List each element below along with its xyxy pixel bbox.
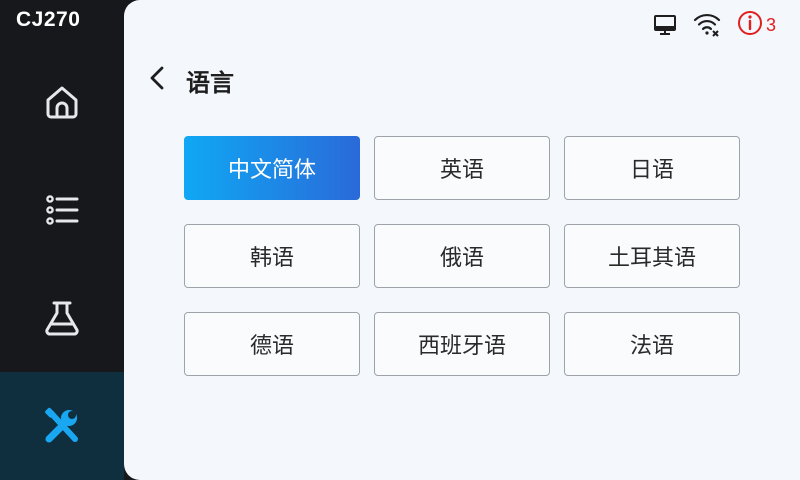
language-option-french[interactable]: 法语 xyxy=(564,312,740,376)
language-option-german[interactable]: 德语 xyxy=(184,312,360,376)
alert-info-icon xyxy=(737,10,763,40)
sidebar: CJ270 xyxy=(0,0,124,480)
language-option-spanish[interactable]: 西班牙语 xyxy=(374,312,550,376)
alert-count: 3 xyxy=(765,14,776,35)
alert-indicator[interactable]: 3 xyxy=(737,10,776,40)
status-bar: 3 xyxy=(653,8,800,42)
language-option-english[interactable]: 英语 xyxy=(374,136,550,200)
back-button[interactable] xyxy=(146,65,168,95)
chevron-left-icon xyxy=(146,65,168,95)
language-grid: 中文简体 英语 日语 韩语 俄语 土耳其语 德语 西班牙语 法语 xyxy=(184,136,740,376)
page-header: 语言 xyxy=(146,60,234,100)
monitor-icon[interactable] xyxy=(653,13,677,37)
settings-panel: 3 语言 中文简体 英语 日语 韩语 俄语 土耳其语 德语 西班牙语 法语 xyxy=(124,0,800,480)
tools-icon xyxy=(41,405,83,447)
sidebar-item-lab[interactable] xyxy=(0,264,124,372)
sidebar-item-list[interactable] xyxy=(0,156,124,264)
sidebar-item-tools[interactable] xyxy=(0,372,124,480)
language-option-korean[interactable]: 韩语 xyxy=(184,224,360,288)
device-model-label: CJ270 xyxy=(16,8,81,31)
language-option-japanese[interactable]: 日语 xyxy=(564,136,740,200)
language-option-chinese-simplified[interactable]: 中文简体 xyxy=(184,136,360,200)
language-option-turkish[interactable]: 土耳其语 xyxy=(564,224,740,288)
flask-icon xyxy=(42,298,82,338)
home-icon xyxy=(42,82,82,122)
wifi-disconnected-icon[interactable] xyxy=(693,12,721,38)
sidebar-item-home[interactable] xyxy=(0,48,124,156)
list-icon xyxy=(42,190,82,230)
language-option-russian[interactable]: 俄语 xyxy=(374,224,550,288)
page-title: 语言 xyxy=(186,68,234,97)
